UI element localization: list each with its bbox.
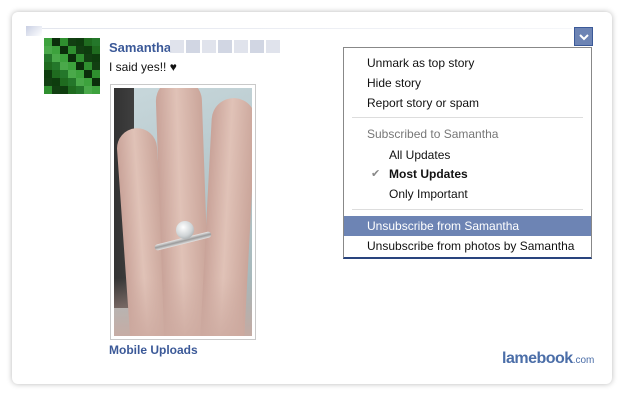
avatar[interactable] xyxy=(44,38,100,94)
story-options-menu: Unmark as top story Hide story Report st… xyxy=(343,47,592,259)
lamebook-watermark: lamebook.com xyxy=(502,350,595,367)
photo-thumbnail[interactable] xyxy=(110,84,256,340)
menu-separator xyxy=(352,209,583,210)
menu-item-unmark-top-story[interactable]: Unmark as top story xyxy=(344,53,591,73)
menu-separator xyxy=(352,117,583,118)
chevron-down-icon xyxy=(579,34,589,41)
subscription-header: Subscribed to Samantha xyxy=(367,127,499,141)
menu-item-most-updates-label: Most Updates xyxy=(389,167,468,181)
author-name-link[interactable]: Samantha xyxy=(109,40,171,55)
story-corner-marker xyxy=(26,26,42,36)
menu-item-most-updates[interactable]: ✔ Most Updates xyxy=(344,164,591,184)
menu-item-all-updates[interactable]: All Updates xyxy=(344,145,591,165)
redacted-surname xyxy=(170,40,280,53)
menu-item-unsubscribe[interactable]: Unsubscribe from Samantha xyxy=(344,216,591,236)
check-icon: ✔ xyxy=(371,168,381,180)
story-divider xyxy=(42,28,572,29)
album-link[interactable]: Mobile Uploads xyxy=(109,343,198,357)
menu-item-only-important[interactable]: Only Important xyxy=(344,184,591,204)
story-options-button[interactable] xyxy=(574,27,593,46)
menu-item-report[interactable]: Report story or spam xyxy=(344,93,591,113)
menu-item-unsubscribe-photos[interactable]: Unsubscribe from photos by Samantha xyxy=(344,236,591,256)
ring-photo xyxy=(114,88,252,336)
menu-item-hide-story[interactable]: Hide story xyxy=(344,73,591,93)
status-text: I said yes!! ♥ xyxy=(109,60,177,74)
